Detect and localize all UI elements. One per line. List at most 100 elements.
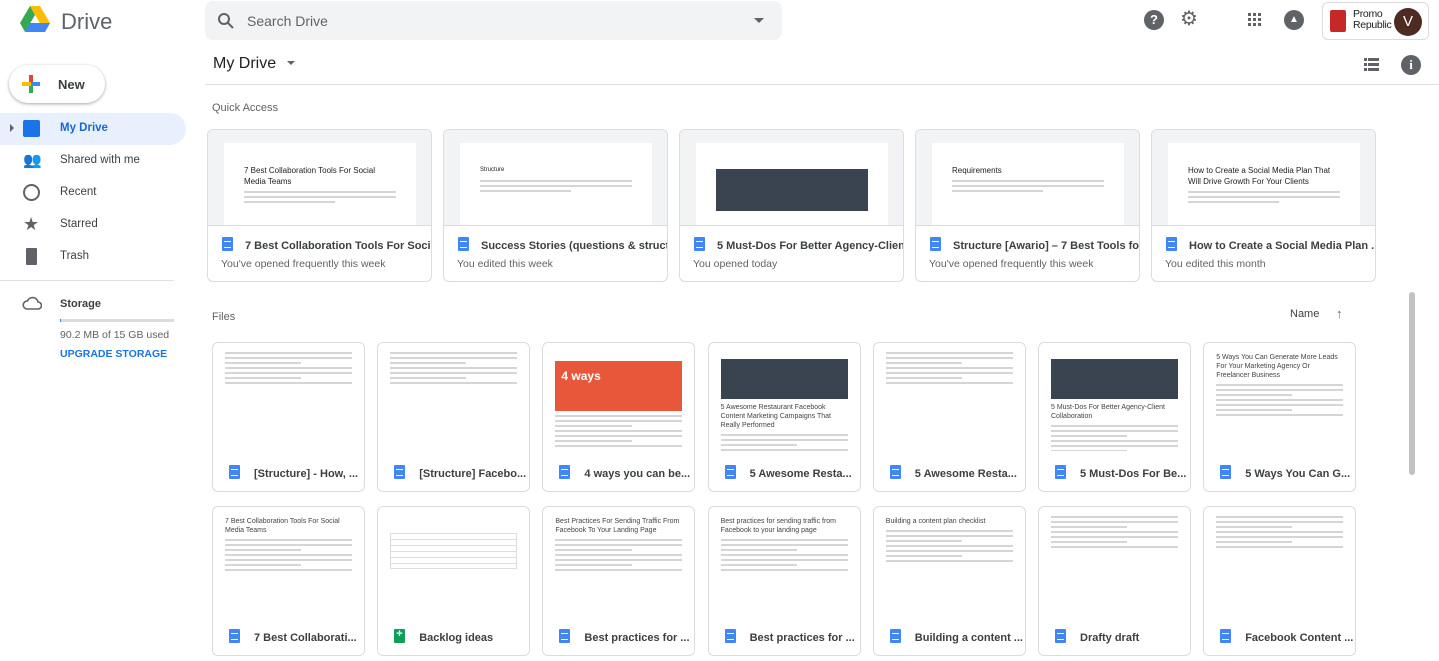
- quick-access-card[interactable]: How to Create a Social Media Plan That W…: [1151, 129, 1376, 282]
- thumbnail: How to Create a Social Media Plan That W…: [1152, 130, 1375, 226]
- sort-direction-arrow-up-icon[interactable]: ↑: [1336, 306, 1343, 321]
- thumbnail: Best Practices For Sending Traffic From …: [543, 507, 694, 615]
- sidebar-item-shared-with-me[interactable]: 👥 Shared with me: [0, 145, 186, 177]
- file-name-text: Drafty draft: [1080, 632, 1140, 644]
- text-line: [1051, 531, 1178, 533]
- file-name: 4 ways you can be...: [559, 465, 690, 482]
- storage-label[interactable]: Storage: [60, 298, 101, 310]
- text-line: [720, 449, 848, 451]
- expand-arrow-icon[interactable]: [10, 124, 18, 132]
- file-card[interactable]: Facebook Content ...: [1203, 506, 1357, 656]
- sidebar-item-my-drive[interactable]: My Drive: [0, 113, 186, 145]
- file-card[interactable]: 4 ways 4 ways you can be...: [542, 342, 696, 492]
- trash-icon: [26, 248, 37, 265]
- account-switcher[interactable]: Promo Republic V: [1322, 2, 1429, 40]
- text-line: [225, 569, 352, 571]
- file-card[interactable]: Building a content plan checklist Buildin…: [872, 506, 1026, 656]
- file-card[interactable]: 5 Awesome Resta...: [872, 342, 1026, 492]
- google-docs-icon: [229, 465, 240, 479]
- sidebar-item-starred[interactable]: ★ Starred: [0, 209, 186, 241]
- text-line: [885, 357, 1013, 359]
- quick-access-heading: Quick Access: [212, 102, 279, 114]
- text-line: [1216, 536, 1344, 538]
- apps-grid-icon[interactable]: [1248, 13, 1262, 27]
- files-heading: Files: [212, 311, 236, 323]
- activity-text: You've opened frequently this week: [929, 258, 1094, 270]
- chevron-down-icon[interactable]: [286, 61, 295, 69]
- text-line: [1051, 526, 1128, 528]
- sidebar-item-trash[interactable]: Trash: [0, 241, 186, 273]
- google-docs-icon: [229, 629, 240, 643]
- text-line: [225, 539, 352, 541]
- text-line: [1051, 516, 1178, 518]
- new-button[interactable]: New: [9, 65, 105, 103]
- file-card[interactable]: Best practices for sending traffic from …: [707, 506, 861, 656]
- file-name: Success Stories (questions & struct...: [458, 237, 667, 254]
- storage-bar-fill: [60, 319, 61, 322]
- promo-republic-logo-icon: [1330, 10, 1346, 32]
- sidebar-item-recent[interactable]: Recent: [0, 177, 186, 209]
- quick-access-card[interactable]: 5 Must-Dos For Better Agency-Client... Yo…: [679, 129, 904, 282]
- file-name: [Structure] - How, ...: [229, 465, 358, 482]
- file-name: 5 Awesome Resta...: [889, 465, 1017, 482]
- search-input[interactable]: Search Drive: [205, 1, 782, 40]
- text-line: [555, 415, 683, 417]
- file-card[interactable]: [Structure] Facebo...: [377, 342, 531, 492]
- quick-access-card[interactable]: Requirements Structure [Awario] – 7 Best …: [915, 129, 1140, 282]
- text-line: [390, 352, 518, 354]
- sort-by-name-button[interactable]: Name: [1290, 308, 1319, 320]
- quick-access-card[interactable]: Structure Success Stories (questions & st…: [443, 129, 668, 282]
- list-view-icon[interactable]: [1364, 58, 1379, 71]
- activity-text: You opened today: [693, 258, 778, 270]
- file-card[interactable]: Drafty draft: [1038, 506, 1191, 656]
- text-line: [720, 564, 797, 566]
- file-card[interactable]: Best Practices For Sending Traffic From …: [542, 506, 696, 656]
- file-name: [Structure] Facebo...: [394, 465, 526, 482]
- avatar[interactable]: V: [1394, 8, 1422, 36]
- file-name-text: [Structure] Facebo...: [419, 468, 527, 480]
- preview-title: Best practices for sending traffic from …: [720, 518, 837, 534]
- text-line: [225, 554, 352, 556]
- text-line: [1051, 445, 1178, 447]
- preview-title: 5 Awesome Restaurant Facebook Content Ma…: [720, 404, 831, 429]
- drive-logo[interactable]: [20, 6, 50, 39]
- google-docs-icon: [394, 465, 406, 479]
- page-title[interactable]: My Drive: [213, 55, 295, 73]
- search-options-icon[interactable]: [754, 18, 764, 28]
- file-card[interactable]: 5 Must-Dos For Better Agency-Client Coll…: [1038, 342, 1191, 492]
- text-line: [885, 352, 1013, 354]
- file-card[interactable]: 5 Ways You Can Generate More Leads For Y…: [1203, 342, 1357, 492]
- file-card[interactable]: [Structure] - How, ...: [212, 342, 365, 492]
- text-line: [555, 569, 683, 571]
- scrollbar[interactable]: [1409, 292, 1415, 475]
- file-name-text: Best practices for ...: [749, 632, 855, 644]
- settings-gear-icon[interactable]: ⚙: [1180, 9, 1198, 29]
- text-line: [555, 435, 683, 437]
- help-icon[interactable]: ?: [1144, 10, 1164, 30]
- thumbnail: Requirements: [916, 130, 1139, 226]
- file-name: Drafty draft: [1055, 629, 1139, 646]
- text-line: [1051, 536, 1178, 538]
- file-card[interactable]: 5 Awesome Restaurant Facebook Content Ma…: [707, 342, 861, 492]
- file-name: Best practices for ...: [559, 629, 690, 646]
- quick-access-card[interactable]: 7 Best Collaboration Tools For Social Me…: [207, 129, 432, 282]
- text-line: [720, 444, 797, 446]
- text-line: [1051, 450, 1128, 451]
- info-icon[interactable]: i: [1401, 55, 1421, 75]
- text-line: [885, 560, 1013, 562]
- search-placeholder: Search Drive: [247, 13, 328, 29]
- upgrade-storage-link[interactable]: UPGRADE STORAGE: [60, 348, 167, 360]
- text-line: [1216, 389, 1344, 391]
- text-line: [225, 372, 352, 374]
- file-card[interactable]: 7 Best Collaboration Tools For Social Me…: [212, 506, 365, 656]
- thumbnail: Structure: [444, 130, 667, 226]
- notifications-bell-icon[interactable]: ▲: [1284, 10, 1304, 30]
- thumbnail: 5 Awesome Restaurant Facebook Content Ma…: [709, 343, 860, 451]
- text-line: [390, 372, 518, 374]
- thumbnail: 5 Must-Dos For Better Agency-Client Coll…: [1039, 343, 1190, 451]
- text-line: [555, 539, 683, 541]
- file-name-text: Structure [Awario] – 7 Best Tools fo...: [953, 240, 1140, 252]
- storage-usage: 90.2 MB of 15 GB used: [60, 329, 170, 341]
- file-card[interactable]: Backlog ideas: [377, 506, 531, 656]
- file-name-text: 7 Best Collaborati...: [254, 632, 357, 644]
